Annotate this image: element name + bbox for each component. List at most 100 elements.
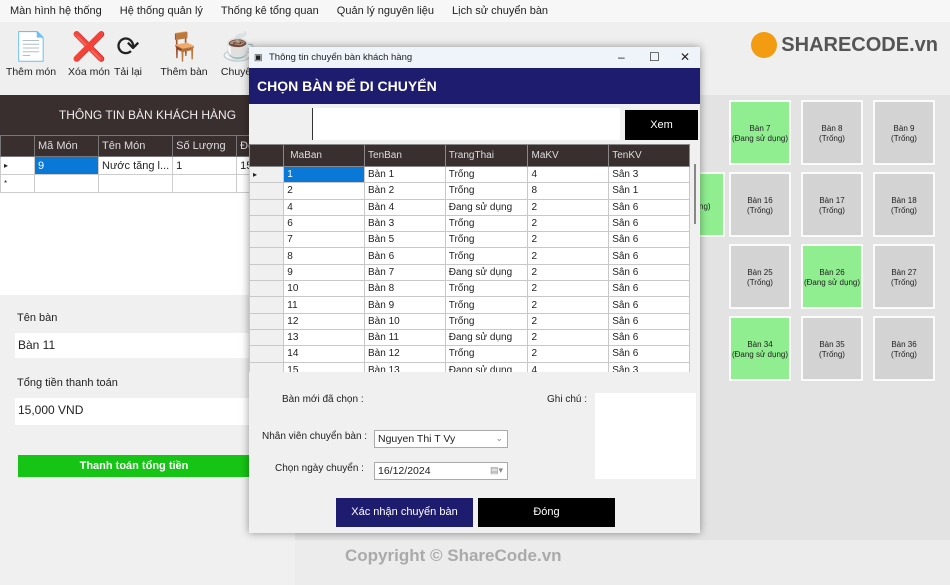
cell[interactable]: Bàn 4 [364, 198, 446, 216]
table-tile[interactable]: Bàn 16 (Trống) [729, 172, 791, 237]
cell[interactable]: 2 [527, 198, 610, 216]
cell[interactable]: Sân 6 [608, 263, 690, 282]
cell[interactable]: Sân 3 [608, 361, 690, 372]
partial-tile[interactable]: ng) [697, 172, 725, 237]
cell[interactable]: Nước tăng l... [97, 156, 174, 175]
cell[interactable]: 4 [527, 165, 610, 184]
row-header[interactable] [249, 214, 285, 233]
cell[interactable]: Bàn 6 [364, 247, 446, 265]
cell[interactable]: 2 [527, 312, 610, 330]
cell[interactable]: Bàn 11 [364, 328, 446, 347]
toolbar-button[interactable]: ⟳ Tải lại [100, 28, 156, 78]
menu-item[interactable]: Quản lý nguyên liệu [337, 5, 434, 17]
cell[interactable]: Sân 6 [608, 231, 690, 249]
toolbar-button[interactable]: 🪑 Thêm bàn [156, 28, 212, 78]
cell[interactable]: 9 [283, 263, 366, 282]
cell[interactable]: Bàn 3 [364, 214, 446, 233]
table-tile[interactable]: Bàn 34 (Đang sử dụng) [729, 316, 791, 381]
cell[interactable]: Trống [444, 312, 529, 330]
table-row[interactable]: 2 Bàn 2 Trống 8 Sân 1 [249, 182, 690, 200]
search-input[interactable] [312, 108, 620, 140]
row-header[interactable] [249, 328, 285, 347]
col-ten-mon[interactable]: Tên Món [97, 135, 174, 157]
table-row[interactable]: 9 Bàn 7 Đang sử dụng 2 Sân 6 [249, 263, 690, 282]
cell[interactable]: Bàn 12 [364, 345, 446, 363]
cell[interactable]: 2 [527, 328, 610, 347]
cell[interactable]: Đang sử dụng [444, 328, 529, 347]
column-header[interactable]: TenBan [364, 144, 446, 167]
row-header[interactable] [249, 280, 285, 298]
table-tile[interactable]: Bàn 36 (Trống) [873, 316, 935, 381]
table-tile[interactable]: Bàn 35 (Trống) [801, 316, 863, 381]
cell[interactable]: 15 [283, 361, 366, 372]
table-row[interactable]: 4 Bàn 4 Đang sử dụng 2 Sân 6 [249, 198, 690, 216]
cell[interactable]: Trống [444, 296, 529, 314]
cell[interactable]: 2 [527, 247, 610, 265]
toolbar-button[interactable]: 📄 Thêm món [3, 28, 59, 78]
table-tile[interactable]: Bàn 8 (Trống) [801, 100, 863, 165]
cell[interactable]: Sân 6 [608, 247, 690, 265]
cell[interactable]: Sân 1 [608, 182, 690, 200]
table-tile[interactable]: Bàn 18 (Trống) [873, 172, 935, 237]
row-header[interactable] [249, 231, 285, 249]
table-row[interactable]: 15 Bàn 13 Đang sử dụng 4 Sân 3 [249, 361, 690, 372]
grid-scrollbar[interactable] [692, 144, 700, 372]
table-tile[interactable]: Bàn 17 (Trống) [801, 172, 863, 237]
cell[interactable]: Đang sử dụng [444, 198, 529, 216]
column-header[interactable]: MaBan [283, 144, 366, 167]
calendar-icon[interactable]: ▤▾ [490, 465, 503, 476]
table-tile[interactable]: Bàn 7 (Đang sử dụng) [729, 100, 791, 165]
table-row[interactable]: 10 Bàn 8 Trống 2 Sân 6 [249, 280, 690, 298]
cell[interactable]: 2 [527, 280, 610, 298]
table-row[interactable]: 7 Bàn 5 Trống 2 Sân 6 [249, 231, 690, 249]
column-header[interactable]: MaKV [527, 144, 610, 167]
cell[interactable]: Bàn 8 [364, 280, 446, 298]
cell[interactable]: 1 [283, 165, 366, 184]
cell[interactable]: Sân 3 [608, 165, 690, 184]
row-header[interactable] [249, 312, 285, 330]
cell[interactable]: 2 [527, 231, 610, 249]
cell[interactable]: Trống [444, 182, 529, 200]
cell[interactable]: Bàn 10 [364, 312, 446, 330]
cell[interactable]: 8 [527, 182, 610, 200]
cell[interactable]: 12 [283, 312, 366, 330]
cell[interactable]: Sân 6 [608, 214, 690, 233]
cell[interactable]: 14 [283, 345, 366, 363]
col-so-luong[interactable]: Số Lượng [172, 135, 238, 157]
cell[interactable]: 8 [283, 247, 366, 265]
table-tile[interactable]: Bàn 26 (Đang sử dụng) [801, 244, 863, 309]
menu-item[interactable]: Lịch sử chuyển bàn [452, 5, 548, 17]
cell[interactable]: 2 [527, 345, 610, 363]
menu-item[interactable]: Hệ thống quản lý [120, 5, 203, 17]
minimize-icon[interactable]: – [618, 47, 625, 68]
view-button[interactable]: Xem [625, 110, 698, 140]
cell[interactable]: Trống [444, 231, 529, 249]
cell[interactable]: Sân 6 [608, 345, 690, 363]
cell[interactable]: Trống [444, 165, 529, 184]
cell[interactable]: Bàn 2 [364, 182, 446, 200]
cell[interactable]: 2 [527, 214, 610, 233]
cell[interactable]: Bàn 7 [364, 263, 446, 282]
close-button[interactable]: Đóng [478, 498, 615, 527]
row-header[interactable] [249, 296, 285, 314]
staff-select[interactable]: Nguyen Thi T Vy ⌄ [374, 430, 508, 448]
cell[interactable]: Sân 6 [608, 296, 690, 314]
table-row[interactable]: 12 Bàn 10 Trống 2 Sân 6 [249, 312, 690, 330]
table-name-field[interactable]: Bàn 11 [15, 333, 255, 358]
cell[interactable]: 4 [283, 198, 366, 216]
cell[interactable]: Trống [444, 345, 529, 363]
cell[interactable]: 11 [283, 296, 366, 314]
table-row[interactable]: 6 Bàn 3 Trống 2 Sân 6 [249, 214, 690, 233]
cell[interactable]: 2 [527, 263, 610, 282]
cell[interactable]: Bàn 5 [364, 231, 446, 249]
cell[interactable]: Bàn 9 [364, 296, 446, 314]
cell[interactable]: Đang sử dụng [444, 263, 529, 282]
table-row[interactable]: 13 Bàn 11 Đang sử dụng 2 Sân 6 [249, 328, 690, 347]
menu-item[interactable]: Màn hình hệ thống [10, 5, 102, 17]
table-row[interactable]: 11 Bàn 9 Trống 2 Sân 6 [249, 296, 690, 314]
total-field[interactable]: 15,000 VND [15, 398, 255, 425]
cell[interactable]: 4 [527, 361, 610, 372]
cell[interactable]: 1 [172, 156, 238, 175]
table-tile[interactable]: Bàn 27 (Trống) [873, 244, 935, 309]
cell[interactable]: 13 [283, 328, 366, 347]
